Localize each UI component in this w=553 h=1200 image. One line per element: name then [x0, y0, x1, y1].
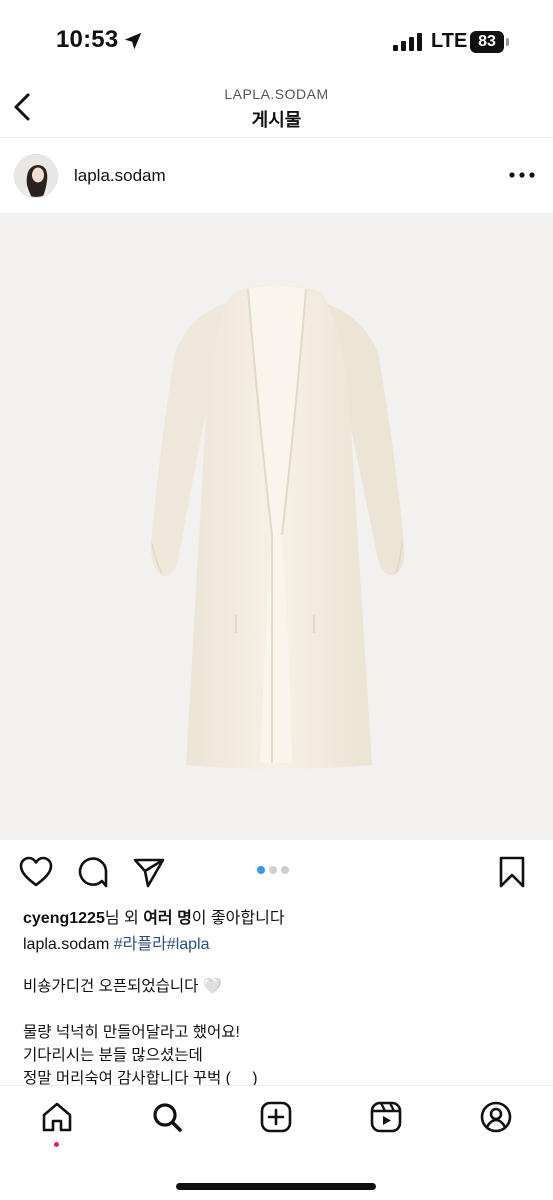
post-actions: [0, 850, 553, 894]
account-name[interactable]: LAPLA.SODAM: [0, 86, 553, 102]
carousel-dot-active: [257, 866, 265, 874]
carousel-indicator: [257, 866, 293, 874]
caption-hashtags[interactable]: #라플라#lapla: [114, 936, 210, 953]
likes-many[interactable]: 여러 명: [143, 910, 192, 927]
caption-header: lapla.sodam #라플라#lapla: [23, 930, 210, 954]
bottom-tab-bar: [0, 1085, 553, 1200]
battery-icon: 83: [470, 31, 510, 53]
plus-square-icon[interactable]: [259, 1100, 293, 1134]
avatar[interactable]: [14, 154, 58, 198]
search-icon[interactable]: [150, 1100, 184, 1134]
battery-level: 83: [470, 31, 504, 53]
likes-suffix: 이 좋아합니다: [191, 910, 285, 927]
caption-line: 비숑가디건 오픈되었습니다 🤍: [23, 978, 223, 995]
carousel-dot: [281, 866, 289, 874]
post-image[interactable]: [0, 213, 553, 840]
post-header-bar: LAPLA.SODAM 게시물: [0, 78, 553, 138]
carousel-dot: [269, 866, 277, 874]
home-indicator: [176, 1183, 376, 1190]
notification-dot: [54, 1142, 59, 1147]
cardigan-photo: [0, 213, 553, 840]
liker-username[interactable]: cyeng1225: [23, 910, 105, 927]
home-icon[interactable]: [40, 1100, 74, 1134]
cellular-signal-icon: [393, 33, 422, 51]
status-time: 10:53: [56, 26, 119, 53]
comment-icon[interactable]: [75, 854, 111, 890]
paper-plane-icon[interactable]: [131, 854, 167, 890]
reels-icon[interactable]: [369, 1100, 403, 1134]
likes-summary[interactable]: cyeng1225님 외 여러 명이 좋아합니다: [23, 904, 285, 928]
bookmark-icon[interactable]: [494, 854, 530, 890]
network-label: LTE: [431, 30, 468, 52]
location-arrow-icon: [124, 32, 142, 50]
battery-tip: [506, 38, 509, 46]
heart-icon[interactable]: [18, 854, 54, 890]
header-titles: LAPLA.SODAM 게시물: [0, 86, 553, 132]
profile-icon[interactable]: [479, 1100, 513, 1134]
likes-mid: 님 외: [104, 910, 144, 927]
caption-line: 물량 넉넉히 만들어달라고 했어요!: [23, 1024, 240, 1041]
status-bar: 10:53 LTE 83: [0, 0, 553, 78]
post-author-row: lapla.sodam: [0, 139, 553, 213]
page-title: 게시물: [251, 110, 302, 130]
caption-line: 기다리시는 분들 많으셨는데: [23, 1047, 203, 1064]
caption-username[interactable]: lapla.sodam: [23, 936, 109, 953]
post-username[interactable]: lapla.sodam: [74, 166, 166, 186]
more-horizontal-icon[interactable]: [508, 167, 536, 183]
